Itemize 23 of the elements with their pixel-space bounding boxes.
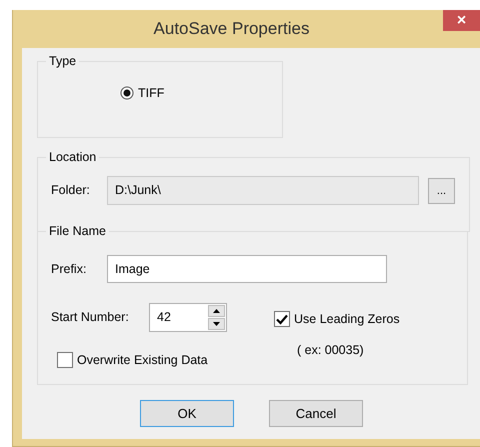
radio-button[interactable] (120, 86, 134, 100)
prefix-field[interactable]: Image (107, 255, 387, 283)
radio-label[interactable]: TIFF (138, 84, 164, 103)
start-number-label: Start Number: (51, 309, 130, 326)
cancel-button[interactable]: Cancel (269, 400, 363, 427)
spin-up-button[interactable] (208, 305, 225, 317)
group-title: Type (46, 53, 80, 69)
spin-down-button[interactable] (208, 318, 225, 330)
checkbox-label[interactable]: Use Leading Zeros (294, 310, 400, 329)
up-arrow-icon (213, 309, 220, 313)
window-title: AutoSave Properties (154, 18, 310, 40)
example-text: ( ex: 00035) (297, 342, 365, 359)
checkbox[interactable] (274, 311, 290, 328)
folder-label: Folder: (51, 182, 91, 200)
browse-button[interactable]: ... (428, 178, 455, 204)
ok-button[interactable]: OK (140, 400, 234, 427)
checkbox[interactable] (57, 352, 73, 368)
checkbox-label[interactable]: Overwrite Existing Data (77, 351, 208, 370)
prefix-label: Prefix: (51, 260, 88, 278)
close-button[interactable]: × (443, 10, 480, 31)
folder-field[interactable]: D:\Junk\ (107, 176, 419, 205)
start-number-spinner[interactable]: 42 (149, 303, 227, 332)
down-arrow-icon (213, 322, 220, 326)
